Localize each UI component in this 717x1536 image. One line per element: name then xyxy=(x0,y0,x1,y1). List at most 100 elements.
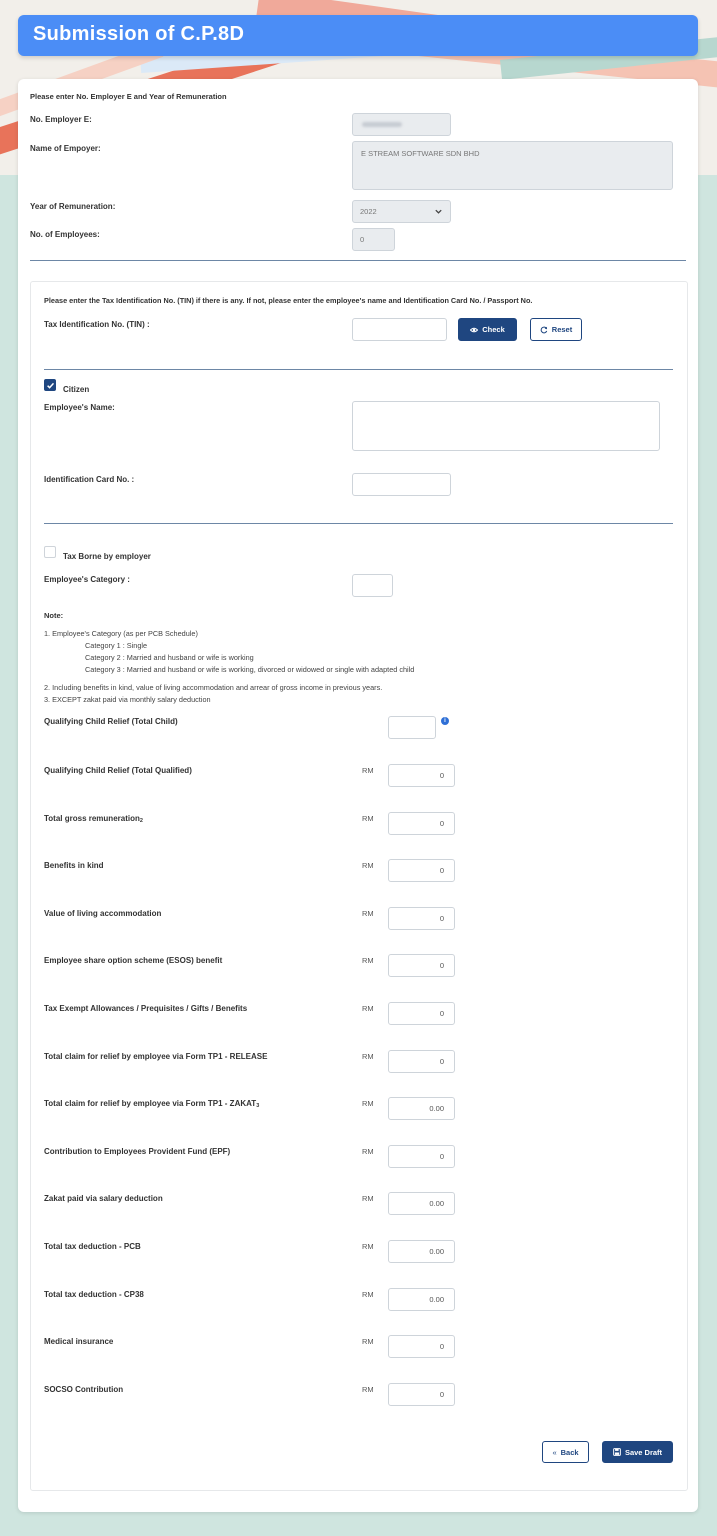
check-button[interactable]: Check xyxy=(458,318,517,341)
page-header: Submission of C.P.8D xyxy=(18,15,698,56)
amount-input[interactable] xyxy=(388,859,455,882)
amount-row-label: Contribution to Employees Provident Fund… xyxy=(44,1147,230,1156)
tin-intro: Please enter the Tax Identification No. … xyxy=(44,296,533,305)
amount-input[interactable] xyxy=(388,764,455,787)
employee-count-label: No. of Employees: xyxy=(30,230,100,239)
back-button[interactable]: « Back xyxy=(542,1441,589,1463)
amount-row-label-text: Total gross remuneration xyxy=(44,814,140,823)
footnote-marker: 2 xyxy=(139,818,143,824)
amount-row-label: Total gross remuneration2 xyxy=(44,814,143,824)
employee-name-input[interactable] xyxy=(352,401,660,451)
amount-row-label-text: Employee share option scheme (ESOS) bene… xyxy=(44,956,223,965)
amount-input[interactable] xyxy=(388,1145,455,1168)
amount-input[interactable] xyxy=(388,1288,455,1311)
amount-input[interactable] xyxy=(388,1192,455,1215)
amount-input[interactable] xyxy=(388,907,455,930)
currency-label: RM xyxy=(362,1290,374,1299)
amount-row-label-text: Total claim for relief by employee via F… xyxy=(44,1052,268,1061)
amount-row-label: Qualifying Child Relief (Total Qualified… xyxy=(44,766,192,775)
employer-no-label: No. Employer E: xyxy=(30,115,92,124)
note-3: 3. EXCEPT zakat paid via monthly salary … xyxy=(44,695,211,704)
year-label: Year of Remuneration: xyxy=(30,202,116,211)
year-value: 2022 xyxy=(360,207,377,216)
floppy-disk-icon xyxy=(613,1448,621,1456)
check-button-label: Check xyxy=(482,325,505,334)
currency-label: RM xyxy=(362,1194,374,1203)
save-draft-button[interactable]: Save Draft xyxy=(602,1441,673,1463)
redacted-value xyxy=(362,122,402,127)
page-title: Submission of C.P.8D xyxy=(33,23,245,45)
reset-button-label: Reset xyxy=(551,325,573,334)
amount-row-label-text: SOCSO Contribution xyxy=(44,1385,124,1394)
double-chevron-left-icon: « xyxy=(552,1447,557,1457)
tin-input[interactable] xyxy=(352,318,447,341)
currency-label: RM xyxy=(362,1147,374,1156)
amount-row-label-text: Qualifying Child Relief (Total Qualified… xyxy=(44,766,192,775)
amount-row-label-text: Contribution to Employees Provident Fund… xyxy=(44,1147,231,1156)
amount-row-label-text: Tax Exempt Allowances / Prequisites / Gi… xyxy=(44,1004,248,1013)
currency-label: RM xyxy=(362,814,374,823)
ic-input[interactable] xyxy=(352,473,451,496)
amount-row-label: SOCSO Contribution xyxy=(44,1385,123,1394)
employee-section xyxy=(30,281,688,1491)
tax-borne-checkbox[interactable] xyxy=(44,546,56,558)
amount-input[interactable] xyxy=(388,1335,455,1358)
tax-borne-label: Tax Borne by employer xyxy=(63,552,151,561)
currency-label: RM xyxy=(362,861,374,870)
amount-row-label: Total claim for relief by employee via F… xyxy=(44,1052,267,1061)
employer-name-field[interactable]: E STREAM SOFTWARE SDN BHD xyxy=(352,141,673,190)
amount-row-label: Medical insurance xyxy=(44,1337,113,1346)
amount-row-label-text: Zakat paid via salary deduction xyxy=(44,1194,163,1203)
reset-button[interactable]: Reset xyxy=(530,318,582,341)
amount-input[interactable] xyxy=(388,1383,455,1406)
info-icon[interactable]: i xyxy=(441,717,449,725)
currency-label: RM xyxy=(362,1052,374,1061)
amount-row-label: Tax Exempt Allowances / Prequisites / Gi… xyxy=(44,1004,247,1013)
currency-label: RM xyxy=(362,1242,374,1251)
chevron-down-icon xyxy=(435,209,442,214)
save-draft-label: Save Draft xyxy=(624,1447,663,1457)
currency-label: RM xyxy=(362,956,374,965)
citizen-checkbox[interactable] xyxy=(44,379,56,391)
amount-input[interactable] xyxy=(388,812,455,835)
amount-row-label-text: Total claim for relief by employee via F… xyxy=(44,1099,257,1108)
year-select[interactable]: 2022 xyxy=(352,200,451,223)
child-total-label: Qualifying Child Relief (Total Child) xyxy=(44,717,178,726)
amount-row-label: Employee share option scheme (ESOS) bene… xyxy=(44,956,222,965)
amount-row-label-text: Medical insurance xyxy=(44,1337,114,1346)
section-divider xyxy=(30,260,686,261)
employee-count-field[interactable]: 0 xyxy=(352,228,395,251)
amount-row-label: Value of living accommodation xyxy=(44,909,161,918)
child-total-input[interactable] xyxy=(388,716,436,739)
amount-row-label: Benefits in kind xyxy=(44,861,104,870)
amount-input[interactable] xyxy=(388,1097,455,1120)
amount-input[interactable] xyxy=(388,1002,455,1025)
refresh-icon xyxy=(540,326,547,333)
currency-label: RM xyxy=(362,1385,374,1394)
note-category-3: Category 3 : Married and husband or wife… xyxy=(85,665,415,674)
back-button-label: Back xyxy=(560,1447,579,1457)
ic-label: Identification Card No. : xyxy=(44,475,135,484)
note-2: 2. Including benefits in kind, value of … xyxy=(44,683,383,692)
category-input[interactable] xyxy=(352,574,393,597)
amount-row-label: Total tax deduction - PCB xyxy=(44,1242,141,1251)
currency-label: RM xyxy=(362,909,374,918)
currency-label: RM xyxy=(362,766,374,775)
amount-input[interactable] xyxy=(388,1050,455,1073)
currency-label: RM xyxy=(362,1004,374,1013)
amount-row-label-text: Total tax deduction - CP38 xyxy=(44,1290,144,1299)
section-divider xyxy=(44,523,673,524)
currency-label: RM xyxy=(362,1099,374,1108)
amount-row-label-text: Value of living accommodation xyxy=(44,909,162,918)
citizen-label: Citizen xyxy=(63,385,90,394)
employee-name-label: Employee's Name: xyxy=(44,403,115,412)
amount-row-label-text: Total tax deduction - PCB xyxy=(44,1242,141,1251)
eye-icon xyxy=(470,327,479,332)
category-label: Employee's Category : xyxy=(44,575,130,584)
amount-input[interactable] xyxy=(388,954,455,977)
note-1: 1. Employee's Category (as per PCB Sched… xyxy=(44,629,198,638)
notes-title: Note: xyxy=(44,611,64,620)
employer-name-label: Name of Empoyer: xyxy=(30,144,101,153)
amount-input[interactable] xyxy=(388,1240,455,1263)
note-category-1: Category 1 : Single xyxy=(85,641,148,650)
